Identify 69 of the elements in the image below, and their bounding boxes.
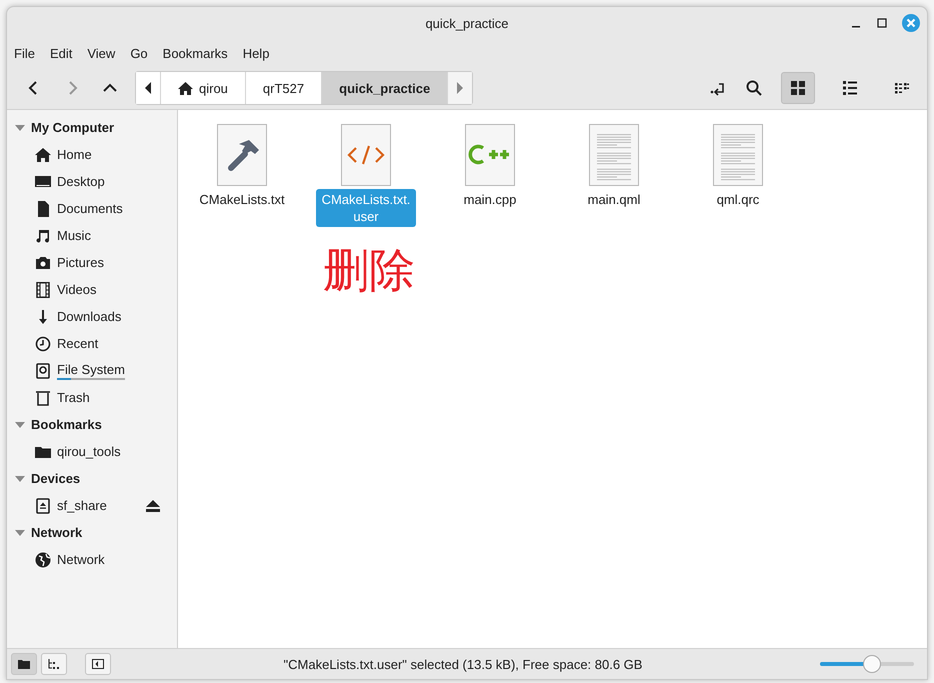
document-icon <box>35 200 51 216</box>
section-heading: Devices <box>31 471 80 486</box>
menu-item[interactable]: Bookmarks <box>162 46 228 60</box>
list-icon <box>842 80 858 96</box>
section-heading: My Computer <box>31 120 114 135</box>
sidebar-item[interactable]: Desktop <box>57 174 105 189</box>
annotation-text: 删除 <box>323 243 415 298</box>
scroll-right-button[interactable] <box>448 72 472 104</box>
tree-pane-button[interactable] <box>41 653 67 675</box>
menu-item[interactable]: Go <box>130 46 148 60</box>
menu-item[interactable]: File <box>14 46 35 60</box>
places-pane-button[interactable] <box>11 653 37 675</box>
sidebar-item[interactable]: Pictures <box>57 255 104 270</box>
film-icon <box>35 282 51 298</box>
status-text: "CMakeLists.txt.user" selected (13.5 kB), Free space: 80.6 GB <box>282 656 644 672</box>
expander-icon[interactable] <box>15 528 25 538</box>
expander-icon[interactable] <box>15 420 25 430</box>
folder-icon <box>18 659 30 669</box>
sidebar-item[interactable]: Music <box>57 228 91 243</box>
window-title: quick_practice <box>425 16 509 30</box>
menu-item[interactable]: Help <box>242 46 270 60</box>
sidebar-item[interactable]: Videos <box>57 282 97 297</box>
expander-icon[interactable] <box>15 122 25 132</box>
sidebar-item[interactable]: File System <box>57 362 125 376</box>
music-note-icon <box>35 228 51 244</box>
section-heading: Network <box>31 525 82 540</box>
expander-icon[interactable] <box>15 474 25 484</box>
sidebar-item[interactable]: Documents <box>57 201 123 216</box>
drive-icon <box>35 362 51 378</box>
sidebar-item[interactable]: Network <box>57 552 105 567</box>
close-icon[interactable] <box>901 13 921 33</box>
maximize-icon[interactable] <box>875 16 889 30</box>
left-triangle-icon <box>144 82 152 94</box>
tree-icon <box>48 659 60 669</box>
slider-thumb[interactable] <box>863 655 881 673</box>
path-button[interactable]: quick_practice <box>322 72 448 104</box>
home-icon <box>178 82 193 94</box>
compact-list-icon <box>894 80 910 96</box>
file-name[interactable]: main.cpp <box>460 189 520 210</box>
sidebar-item[interactable]: Home <box>57 147 92 162</box>
menu-item[interactable]: Edit <box>50 46 72 60</box>
sidebar-toggle-button[interactable] <box>85 653 111 675</box>
file-name[interactable]: CMakeLists.txt <box>195 189 289 210</box>
grid-icon <box>790 80 806 96</box>
sidebar-item[interactable]: sf_share <box>57 498 107 513</box>
drive-icon <box>35 498 51 514</box>
home-icon <box>35 146 51 162</box>
code-file-icon[interactable] <box>341 124 391 186</box>
sidebar-item[interactable]: qirou_tools <box>57 444 121 459</box>
right-triangle-icon <box>456 82 464 94</box>
scroll-left-button[interactable] <box>136 72 161 104</box>
icon-view-button[interactable] <box>781 72 815 104</box>
file-name[interactable]: qml.qrc <box>712 189 764 210</box>
trash-icon <box>35 390 51 406</box>
cpp-file-icon[interactable] <box>465 124 515 186</box>
file-name[interactable]: main.qml <box>584 189 644 210</box>
hammer-file-icon[interactable] <box>217 124 267 186</box>
sidebar-item[interactable]: Trash <box>57 390 90 405</box>
search-icon[interactable] <box>745 79 763 97</box>
clock-icon <box>35 336 51 352</box>
menu-item[interactable]: View <box>87 46 116 60</box>
sidebar-item[interactable]: Downloads <box>57 309 122 324</box>
eject-icon[interactable] <box>145 498 161 512</box>
section-heading: Bookmarks <box>31 417 102 432</box>
sidebar-toggle-icon <box>92 659 104 669</box>
globe-icon <box>35 552 51 568</box>
sidebar-item[interactable]: Recent <box>57 336 98 351</box>
camera-icon <box>35 254 51 270</box>
monitor-icon <box>35 174 51 190</box>
